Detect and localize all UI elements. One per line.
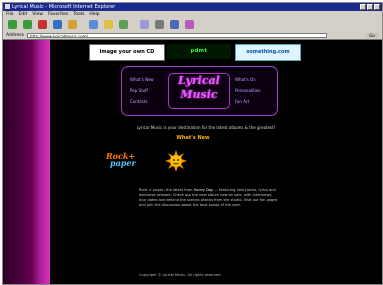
close-button[interactable] [374, 4, 380, 10]
decorative-side-stripe [3, 40, 50, 284]
feature-title-paper: paper [110, 158, 136, 168]
menu-favorites[interactable]: Favorites [48, 11, 68, 18]
browser-window: Lyrical Music - Microsoft Internet Explo… [2, 2, 383, 285]
feature-paragraph: Rock n' paper: the latest from Sunny Day… [139, 188, 279, 208]
page-content: image your own CD pdmt something.com Wha… [3, 40, 382, 284]
page-footer: Copyright © Lyrical Music. All rights re… [139, 273, 222, 277]
nav-link-pop-stuff[interactable]: Pop Stuff [130, 88, 148, 93]
site-tagline: Lyrical Music is your destination for th… [136, 125, 276, 130]
nav-link-whats-new[interactable]: What's New [130, 77, 154, 82]
site-logo[interactable]: Lyrical Music [168, 73, 230, 109]
history-icon[interactable] [119, 20, 128, 29]
address-input[interactable]: http://www.lyricalmusic.com/ [27, 33, 327, 38]
back-icon[interactable] [8, 20, 17, 29]
favorites-icon[interactable] [104, 20, 113, 29]
refresh-icon[interactable] [53, 20, 62, 29]
browser-app-icon [5, 4, 10, 9]
feature-paragraph-lead: Rock n' paper: the latest from [139, 188, 194, 192]
address-bar: Address http://www.lyricalmusic.com/ Go [3, 32, 382, 40]
minimize-button[interactable] [360, 4, 366, 10]
nav-link-fan-art[interactable]: Fan Art [235, 99, 249, 104]
menu-edit[interactable]: Edit [19, 11, 28, 18]
address-label: Address [6, 33, 24, 38]
maximize-button[interactable] [367, 4, 373, 10]
go-button[interactable]: Go [365, 33, 379, 38]
logo-line-2: Music [180, 88, 218, 101]
title-bar: Lyrical Music - Microsoft Internet Explo… [3, 3, 382, 11]
menu-view[interactable]: View [32, 11, 43, 18]
toolbar [3, 18, 382, 33]
nav-link-whats-on[interactable]: What's On [235, 77, 256, 82]
edit-icon[interactable] [170, 20, 179, 29]
feature-artist-link[interactable]: Sunny Day [194, 188, 213, 192]
logo-line-1: Lyrical [178, 74, 220, 87]
banner-ad-2[interactable]: pdmt [167, 44, 231, 59]
search-icon[interactable] [89, 20, 98, 29]
banner-ad-1[interactable]: image your own CD [89, 44, 165, 61]
site-nav-box: What's New Pop Stuff Contests Lyrical Mu… [121, 66, 278, 116]
sun-icon [165, 150, 187, 172]
banner-ad-3[interactable]: something.com [235, 44, 301, 61]
whats-new-heading: What's New [176, 135, 210, 141]
menu-help[interactable]: Help [89, 11, 99, 18]
mail-icon[interactable] [140, 20, 149, 29]
home-icon[interactable] [68, 20, 77, 29]
window-title: Lyrical Music - Microsoft Internet Explo… [12, 4, 116, 10]
menu-file[interactable]: File [6, 11, 14, 18]
stop-icon[interactable] [38, 20, 47, 29]
feature-title[interactable]: Rock+ paper [106, 152, 136, 168]
nav-link-contests[interactable]: Contests [130, 99, 148, 104]
print-icon[interactable] [155, 20, 164, 29]
menu-tools[interactable]: Tools [73, 11, 84, 18]
menu-bar: File Edit View Favorites Tools Help [3, 11, 382, 18]
nav-link-personalities[interactable]: Personalities [235, 88, 260, 93]
discuss-icon[interactable] [185, 20, 194, 29]
forward-icon[interactable] [23, 20, 32, 29]
